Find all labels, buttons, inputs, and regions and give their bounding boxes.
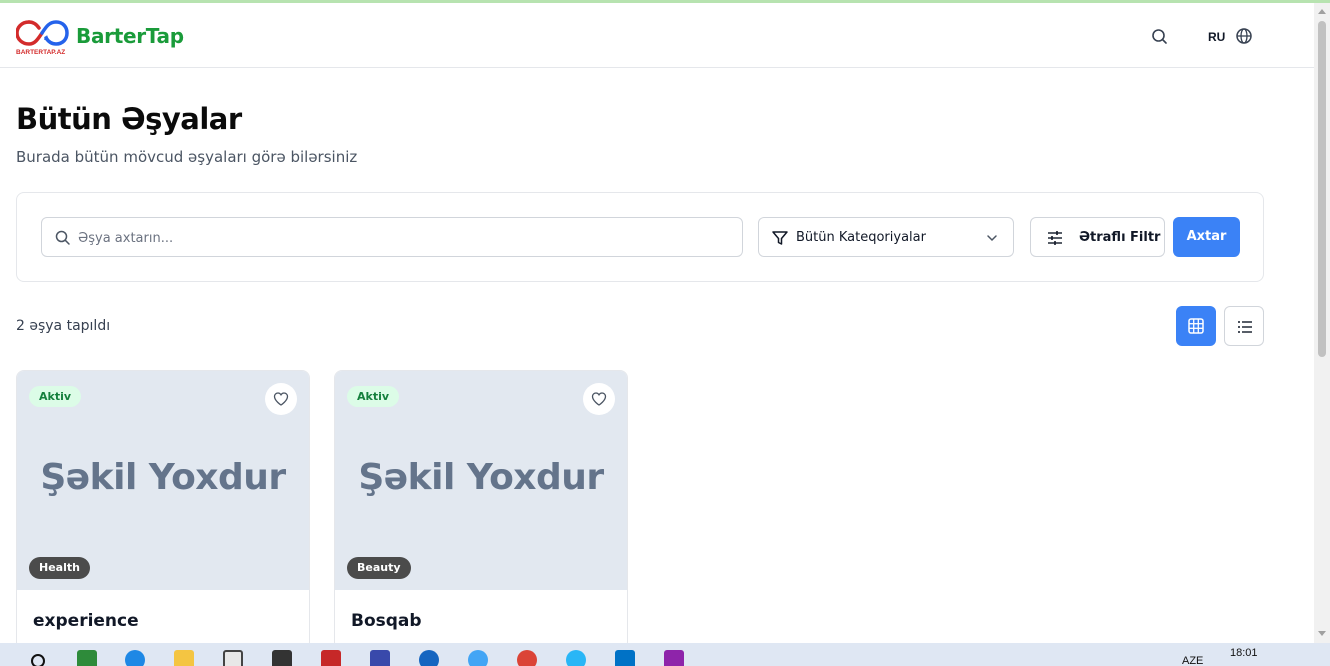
pdf-icon[interactable] — [321, 650, 341, 666]
folder-icon[interactable] — [174, 650, 194, 666]
brand-name[interactable]: BarterTap — [76, 24, 184, 48]
search-icon — [55, 230, 70, 245]
status-badge: Aktiv — [347, 386, 400, 407]
svg-text:BARTERTAP.AZ: BARTERTAP.AZ — [16, 49, 65, 56]
heart-icon — [273, 392, 289, 406]
no-image-text: Şəkil Yoxdur — [40, 457, 286, 498]
advanced-filter-button[interactable]: Ətraflı Filtr — [1030, 217, 1165, 257]
page-subtitle: Burada bütün mövcud əşyaları görə bilərs… — [16, 148, 358, 166]
item-name[interactable]: Bosqab — [351, 611, 422, 631]
list-icon — [1238, 321, 1252, 333]
page-scrollbar[interactable] — [1314, 3, 1330, 643]
search-submit-button[interactable]: Axtar — [1173, 217, 1240, 257]
logo[interactable]: BARTERTAP.AZ — [15, 17, 70, 57]
app-icon[interactable] — [370, 650, 390, 666]
edge-icon[interactable] — [125, 650, 145, 666]
search-submit-label: Axtar — [1186, 229, 1227, 244]
browser-icon[interactable] — [419, 650, 439, 666]
item-search-input[interactable] — [78, 226, 728, 250]
chevron-down-icon — [987, 235, 997, 242]
status-badge: Aktiv — [29, 386, 82, 407]
globe-icon[interactable] — [1234, 26, 1254, 46]
keyboard-language[interactable]: AZE — [1182, 655, 1203, 666]
scroll-up-arrow-icon[interactable] — [1318, 9, 1326, 14]
category-badge: Beauty — [347, 557, 411, 579]
app-icon[interactable] — [664, 650, 684, 666]
clock[interactable]: 18:01 — [1230, 647, 1258, 659]
item-card[interactable]: Şəkil Yoxdur Aktiv Health experience — [16, 370, 310, 650]
item-search-field[interactable] — [41, 217, 743, 257]
results-count: 2 əşya tapıldı — [16, 318, 111, 334]
item-card[interactable]: Şəkil Yoxdur Aktiv Beauty Bosqab — [334, 370, 628, 650]
app-e-icon[interactable] — [77, 650, 97, 666]
filter-icon — [772, 231, 788, 245]
language-switch[interactable]: RU — [1208, 30, 1225, 44]
telegram-icon[interactable] — [566, 650, 586, 666]
list-view-button[interactable] — [1224, 306, 1264, 346]
favorite-button[interactable] — [265, 383, 297, 415]
site-header: BARTERTAP.AZ BarterTap RU — [0, 3, 1314, 68]
store-icon[interactable] — [223, 650, 243, 666]
search-icon[interactable] — [1150, 27, 1170, 47]
scroll-down-arrow-icon[interactable] — [1318, 631, 1326, 636]
item-name[interactable]: experience — [33, 611, 139, 631]
outlook-icon[interactable] — [615, 650, 635, 666]
no-image-text: Şəkil Yoxdur — [358, 457, 604, 498]
grid-view-button[interactable] — [1176, 306, 1216, 346]
category-badge: Health — [29, 557, 90, 579]
page-title: Bütün Əşyalar — [16, 102, 242, 136]
grid-icon — [1188, 318, 1204, 334]
windows-taskbar: AZE 18:01 — [0, 643, 1330, 666]
internet-explorer-icon[interactable] — [468, 650, 488, 666]
mail-icon[interactable] — [272, 650, 292, 666]
search-icon[interactable] — [28, 650, 48, 666]
infinity-logo-icon: BARTERTAP.AZ — [15, 20, 69, 56]
filter-panel: Bütün Kateqoriyalar Ətraflı Filtr Axtar — [16, 192, 1264, 282]
scrollbar-thumb[interactable] — [1318, 21, 1326, 357]
favorite-button[interactable] — [583, 383, 615, 415]
chrome-icon[interactable] — [517, 650, 537, 666]
category-select[interactable]: Bütün Kateqoriyalar — [758, 217, 1014, 257]
heart-icon — [591, 392, 607, 406]
sliders-icon — [1048, 231, 1062, 245]
advanced-filter-label: Ətraflı Filtr — [1079, 230, 1161, 245]
category-select-value: Bütün Kateqoriyalar — [796, 230, 926, 245]
